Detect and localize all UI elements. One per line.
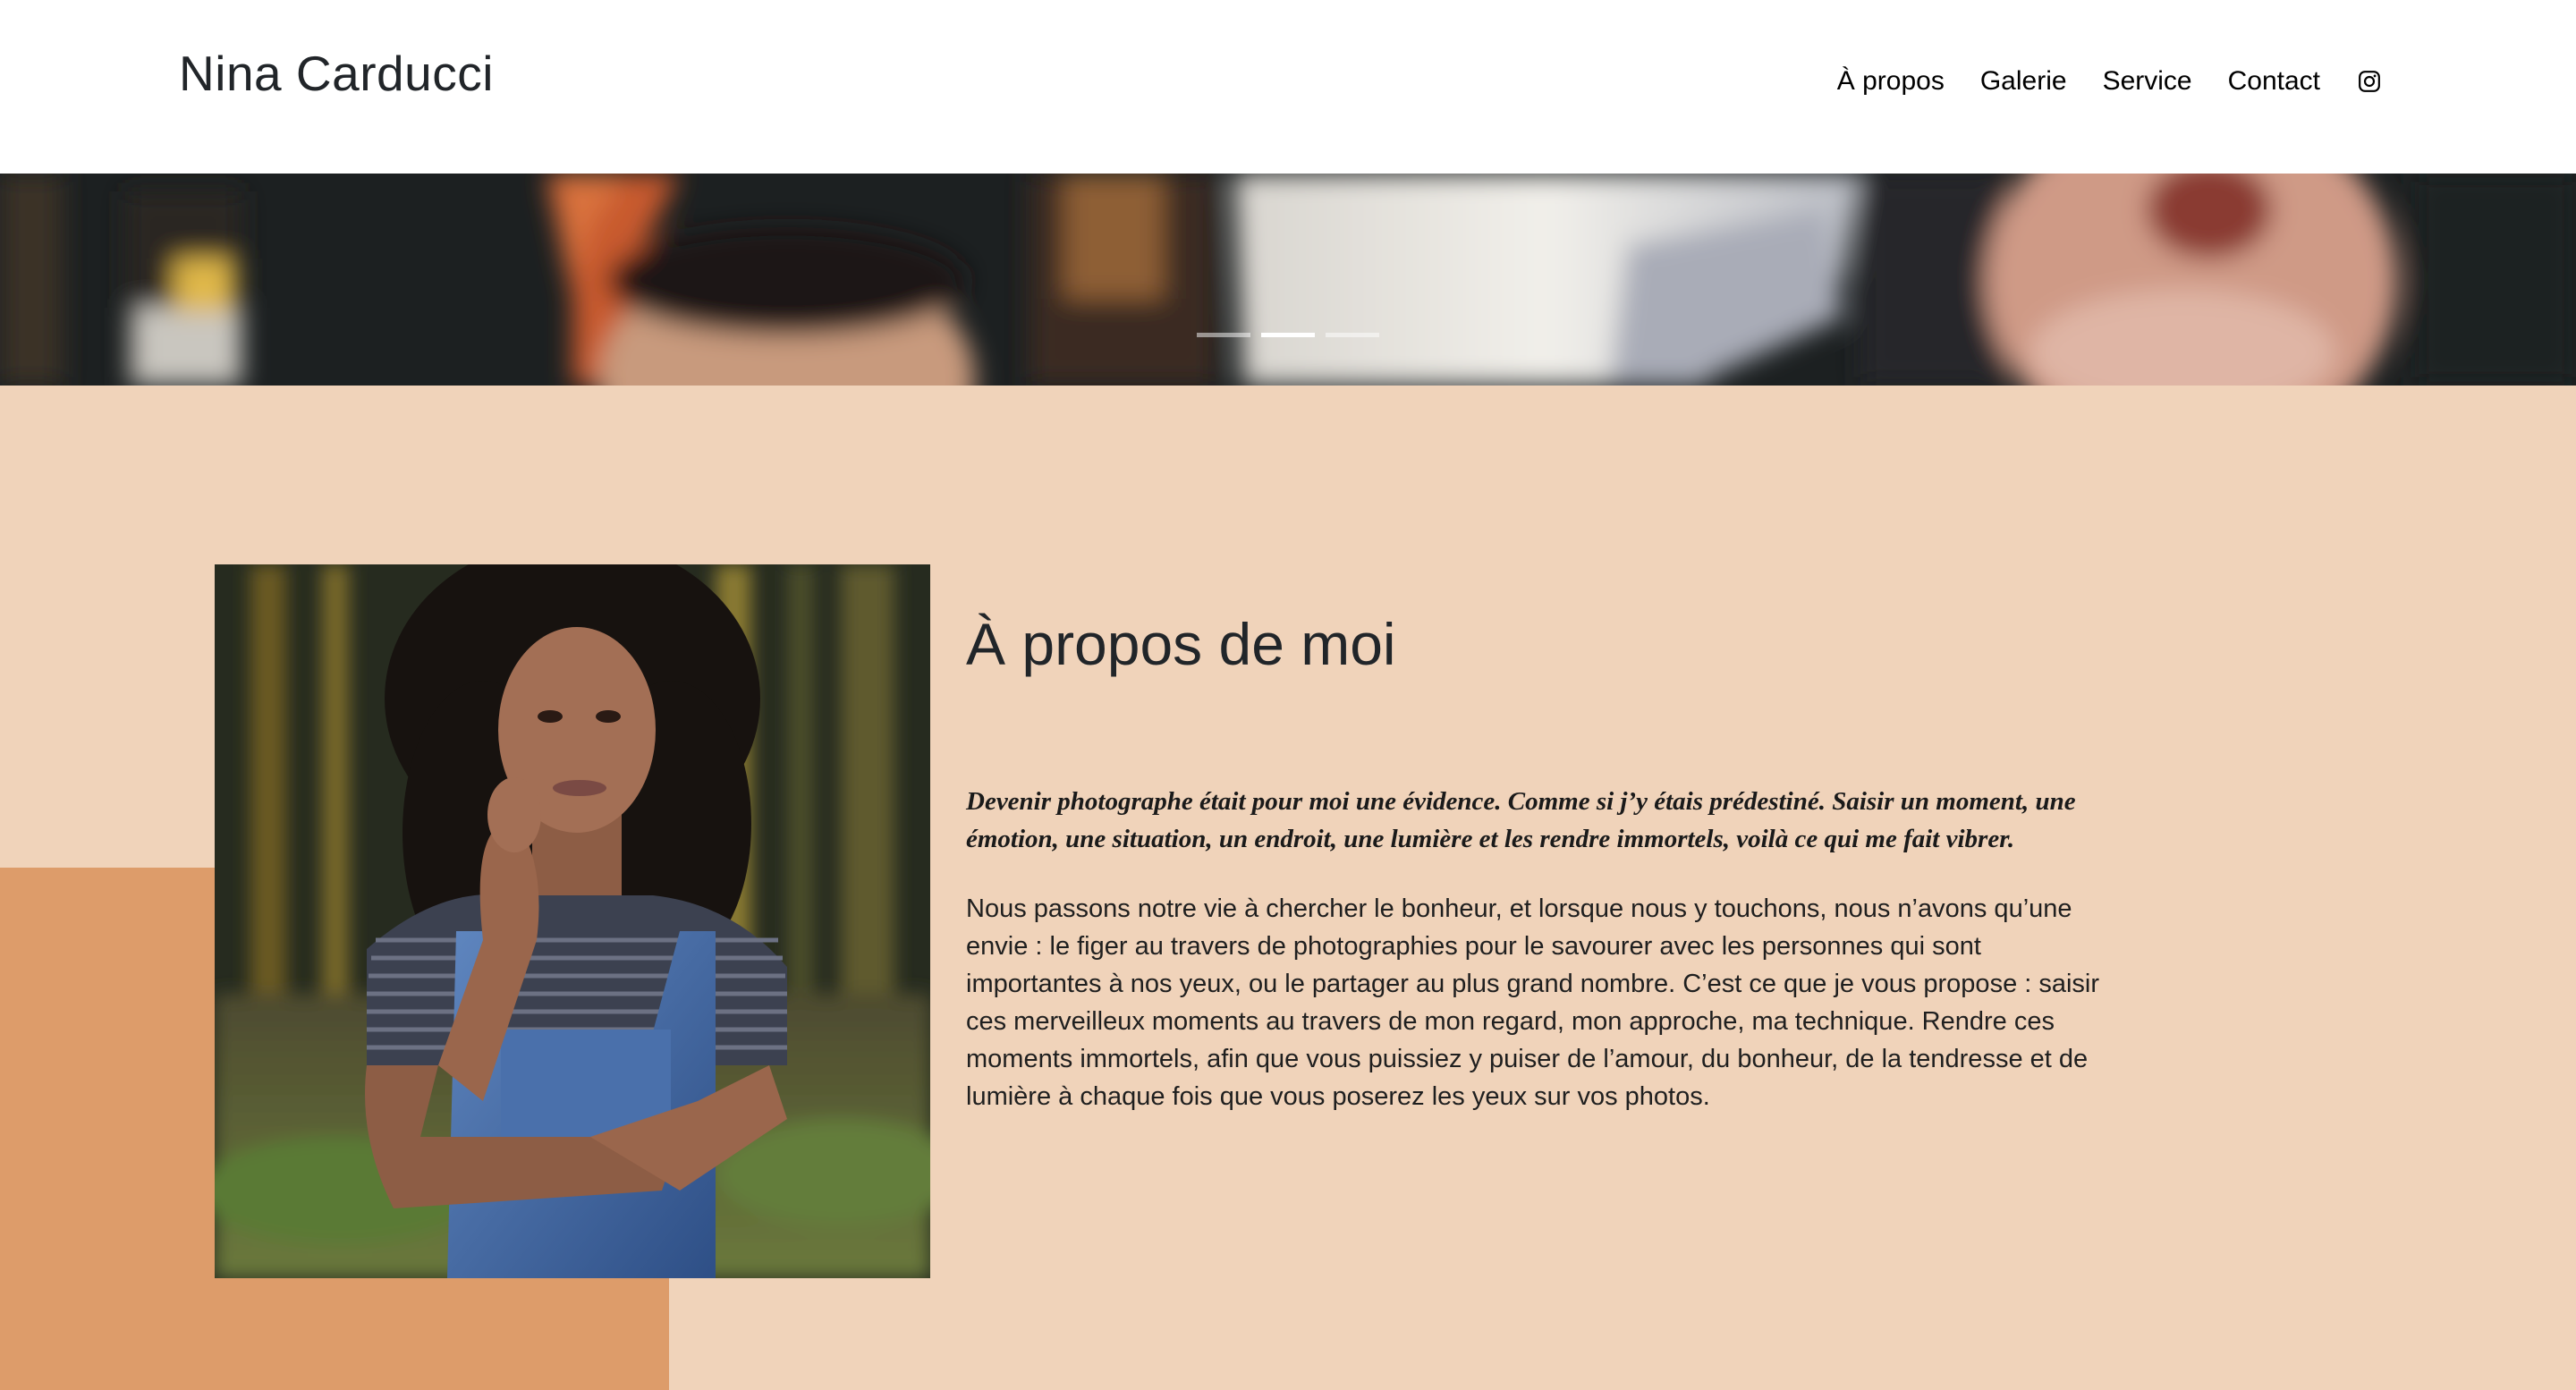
nav-link-gallery[interactable]: Galerie (1980, 66, 2067, 97)
site-header: Nina Carducci À propos Galerie Service C… (0, 0, 2576, 174)
instagram-icon[interactable] (2356, 68, 2383, 95)
about-quote: Devenir photographe était pour moi une é… (966, 787, 2076, 854)
about-title: À propos de moi (966, 611, 1396, 677)
carousel-indicators (1197, 333, 1379, 337)
brand-title[interactable]: Nina Carducci (179, 45, 494, 102)
nav-link-contact[interactable]: Contact (2228, 66, 2320, 97)
about-text-block: À propos de moi Devenir photographe étai… (966, 609, 2102, 1115)
hero-carousel[interactable] (0, 174, 2576, 386)
nav-link-about[interactable]: À propos (1837, 66, 1945, 97)
about-section: À propos de moi Devenir photographe étai… (0, 386, 2576, 1390)
carousel-indicator-1[interactable] (1197, 333, 1250, 337)
carousel-indicator-3[interactable] (1326, 333, 1379, 337)
nav-link-service[interactable]: Service (2103, 66, 2192, 97)
portrait-photo (215, 564, 930, 1278)
about-body: Nous passons notre vie à chercher le bon… (966, 894, 2100, 1112)
carousel-slide-image (0, 174, 2576, 386)
carousel-indicator-2[interactable] (1261, 333, 1315, 337)
main-nav: À propos Galerie Service Contact (1837, 66, 2383, 97)
